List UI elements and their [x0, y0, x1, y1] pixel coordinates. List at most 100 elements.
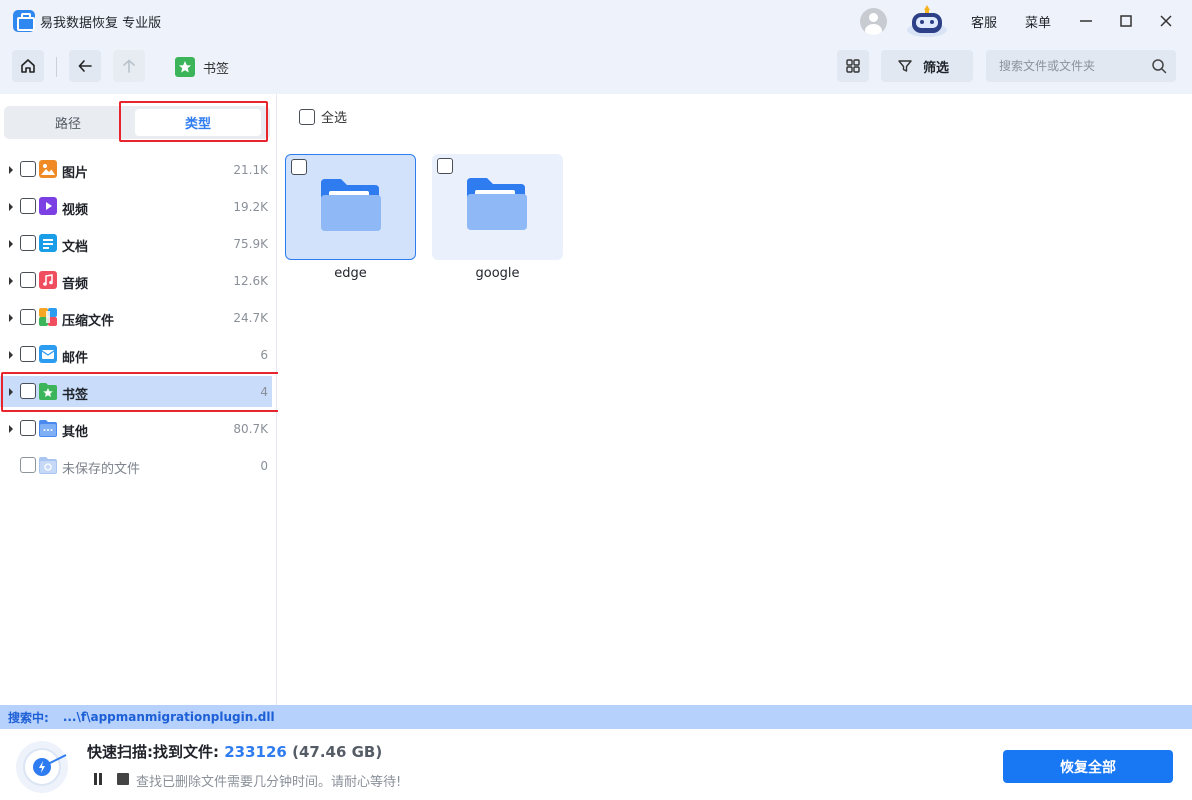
search-box — [986, 50, 1176, 82]
category-label: 音频 — [62, 277, 89, 292]
home-button[interactable] — [12, 50, 44, 82]
menu-link[interactable]: 菜单 — [1025, 12, 1051, 31]
support-link[interactable]: 客服 — [971, 12, 997, 31]
mail-icon — [39, 345, 57, 363]
category-checkbox[interactable] — [20, 383, 36, 399]
view-toggle-button[interactable] — [837, 50, 869, 82]
category-item-videos[interactable]: 视频 19.2K — [0, 191, 272, 222]
view-tabs: 路径 类型 — [4, 106, 270, 139]
category-checkbox[interactable] — [20, 272, 36, 288]
unsaved-folder-icon — [39, 457, 57, 474]
category-count: 12.6K — [233, 274, 268, 288]
select-all-checkbox[interactable] — [299, 108, 315, 125]
category-checkbox[interactable] — [20, 161, 36, 177]
category-item-unsaved[interactable]: 未保存的文件 0 — [0, 450, 272, 481]
app-title: 易我数据恢复 专业版 — [40, 16, 162, 31]
toolbar-divider — [56, 57, 57, 77]
expand-caret-icon[interactable] — [9, 240, 13, 248]
category-label: 其他 — [62, 425, 89, 440]
scan-summary: 快速扫描:找到文件: 233126 (47.46 GB) — [87, 741, 382, 762]
maximize-icon[interactable] — [1115, 10, 1137, 32]
category-checkbox[interactable] — [20, 420, 36, 436]
file-name: edge — [334, 266, 367, 281]
expand-caret-icon[interactable] — [9, 166, 13, 174]
category-checkbox[interactable] — [20, 309, 36, 325]
document-icon — [39, 234, 57, 252]
user-avatar[interactable] — [860, 8, 887, 35]
category-count: 0 — [260, 459, 268, 473]
category-item-images[interactable]: 图片 21.1K — [0, 154, 272, 185]
search-input[interactable] — [999, 59, 1149, 73]
category-count: 75.9K — [233, 237, 268, 251]
app-window: 易我数据恢复 专业版 客服 菜单 书签 筛选 搜索文件或文件夹 路径 类型 图片… — [0, 0, 1192, 800]
folder-icon — [467, 178, 527, 230]
tab-type[interactable]: 类型 — [135, 109, 261, 136]
expand-caret-icon[interactable] — [9, 425, 13, 433]
back-button[interactable] — [69, 50, 101, 82]
file-name: google — [475, 266, 520, 281]
breadcrumb-label: 书签 — [203, 61, 230, 77]
category-count: 6 — [260, 348, 268, 362]
expand-caret-icon[interactable] — [9, 203, 13, 211]
category-label: 邮件 — [62, 351, 89, 366]
expand-caret-icon[interactable] — [9, 351, 13, 359]
select-all-label: 全选 — [321, 111, 348, 126]
toolbar: 书签 筛选 — [0, 42, 1192, 94]
filter-button[interactable]: 筛选 — [881, 50, 973, 82]
file-checkbox[interactable] — [291, 159, 307, 175]
sidebar: 路径 类型 图片 21.1K 视频 19.2K 文档 75.9K 音频 12.6… — [0, 94, 287, 705]
minimize-icon[interactable] — [1075, 10, 1097, 32]
category-count: 4 — [260, 385, 268, 399]
recover-all-button[interactable]: 恢复全部 — [1003, 750, 1173, 783]
folder-card-edge[interactable] — [285, 154, 416, 260]
app-logo-icon — [13, 10, 35, 32]
category-label: 未保存的文件 — [62, 462, 141, 477]
category-item-documents[interactable]: 文档 75.9K — [0, 228, 272, 259]
expand-caret-icon[interactable] — [9, 277, 13, 285]
assistant-robot-icon[interactable] — [905, 4, 949, 38]
category-item-other[interactable]: 其他 80.7K — [0, 413, 272, 444]
up-button[interactable] — [113, 50, 145, 82]
filter-icon — [898, 60, 912, 72]
found-file-size: (47.46 GB) — [292, 743, 383, 761]
expand-caret-icon[interactable] — [9, 314, 13, 322]
category-count: 80.7K — [233, 422, 268, 436]
stop-icon[interactable] — [117, 773, 129, 785]
folder-icon — [321, 179, 381, 231]
category-label: 视频 — [62, 203, 89, 218]
category-label: 图片 — [62, 166, 89, 181]
expand-caret-icon[interactable] — [9, 388, 13, 396]
category-item-audio[interactable]: 音频 12.6K — [0, 265, 272, 296]
search-status-bar: 搜索中: ...\f\appmanmigrationplugin.dll — [0, 705, 1192, 729]
other-folder-icon — [39, 420, 57, 437]
searching-label: 搜索中: — [8, 710, 49, 725]
tab-path[interactable]: 路径 — [7, 109, 129, 136]
category-item-archives[interactable]: 压缩文件 24.7K — [0, 302, 272, 333]
archive-icon — [39, 308, 57, 326]
folder-card-google[interactable] — [432, 154, 563, 260]
video-icon — [39, 197, 57, 215]
category-checkbox[interactable] — [20, 235, 36, 251]
scan-panel: 快速扫描:找到文件: 233126 (47.46 GB) 查找已删除文件需要几分… — [0, 729, 1192, 800]
pause-icon[interactable] — [93, 773, 103, 785]
category-checkbox[interactable] — [20, 198, 36, 214]
category-checkbox[interactable] — [20, 457, 36, 473]
search-icon[interactable] — [1151, 58, 1167, 74]
category-label: 压缩文件 — [62, 314, 115, 329]
arrow-up-icon — [123, 59, 135, 73]
select-all[interactable]: 全选 — [293, 107, 347, 126]
filter-label: 筛选 — [923, 60, 950, 76]
audio-icon — [39, 271, 57, 289]
title-bar: 易我数据恢复 专业版 客服 菜单 — [0, 0, 1192, 42]
category-count: 19.2K — [233, 200, 268, 214]
found-file-count: 233126 — [224, 743, 287, 761]
close-icon[interactable] — [1155, 10, 1177, 32]
arrow-left-icon — [78, 60, 92, 72]
file-checkbox[interactable] — [437, 158, 453, 174]
category-item-bookmarks[interactable]: 书签 4 — [0, 376, 272, 407]
scan-hint: 查找已删除文件需要几分钟时间。请耐心等待! — [136, 775, 402, 790]
image-icon — [39, 160, 57, 178]
category-checkbox[interactable] — [20, 346, 36, 362]
category-item-mail[interactable]: 邮件 6 — [0, 339, 272, 370]
category-count: 24.7K — [233, 311, 268, 325]
